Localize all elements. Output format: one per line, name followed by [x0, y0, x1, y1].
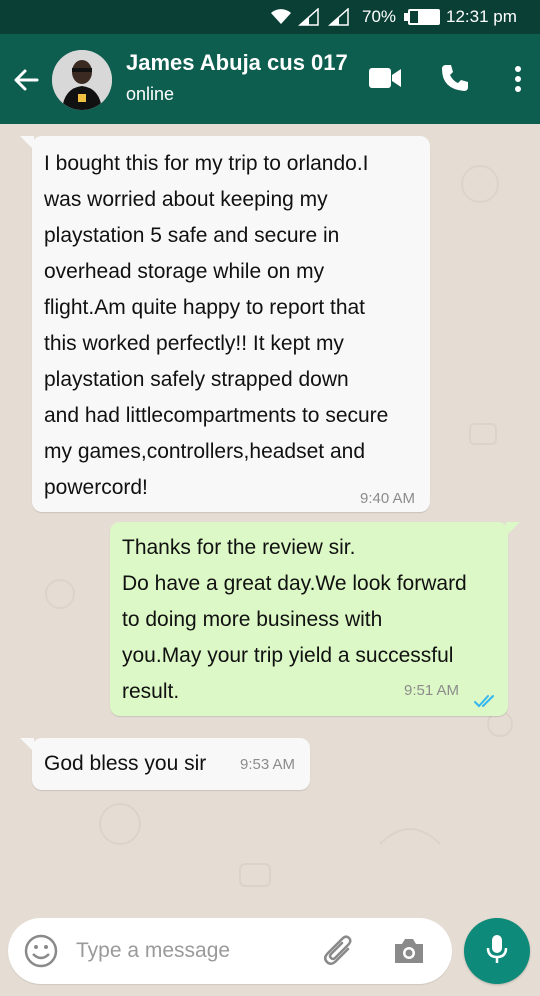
back-arrow-icon[interactable] — [10, 64, 42, 96]
emoji-icon[interactable] — [24, 934, 58, 968]
status-time: 12:31 pm — [446, 7, 517, 26]
read-ticks-icon — [474, 684, 498, 720]
battery-percentage: 70% — [362, 7, 397, 26]
camera-icon[interactable] — [392, 936, 426, 966]
contact-name[interactable]: James Abuja cus 017 — [126, 50, 348, 76]
message-outgoing[interactable]: Thanks for the review sir. Do have a gre… — [110, 522, 520, 716]
chat-area[interactable]: I bought this for my trip to orlando.I w… — [0, 124, 540, 916]
attach-icon[interactable] — [322, 933, 356, 969]
message-time: 9:53 AM — [240, 756, 296, 773]
bubble-tail — [20, 136, 34, 150]
bubble-tail — [20, 738, 34, 752]
video-call-icon[interactable] — [368, 66, 402, 90]
message-incoming[interactable]: God bless you sir 9:53 AM — [20, 738, 310, 790]
mic-icon — [485, 933, 509, 970]
contact-status: online — [126, 84, 175, 104]
chat-header: James Abuja cus 017 online — [0, 34, 540, 124]
status-bar: 70% 12:31 pm — [0, 0, 540, 34]
message-input-container[interactable] — [8, 918, 452, 984]
wifi-icon — [270, 0, 292, 34]
signal-icon — [328, 0, 350, 34]
more-options-icon[interactable] — [512, 65, 524, 93]
phone-icon[interactable] — [440, 63, 470, 93]
message-input[interactable] — [76, 932, 306, 970]
message-time: 9:40 AM — [360, 490, 416, 507]
avatar[interactable] — [52, 50, 112, 110]
battery-icon — [402, 0, 442, 34]
message-composer — [0, 916, 540, 996]
bubble-tail — [506, 522, 520, 536]
mic-button[interactable] — [464, 918, 530, 984]
message-text: God bless you sir — [44, 752, 207, 775]
signal-icon — [298, 0, 320, 34]
message-incoming[interactable]: I bought this for my trip to orlando.I w… — [20, 136, 430, 512]
message-time: 9:51 AM — [404, 682, 460, 699]
message-text: I bought this for my trip to orlando.I w… — [44, 152, 389, 499]
